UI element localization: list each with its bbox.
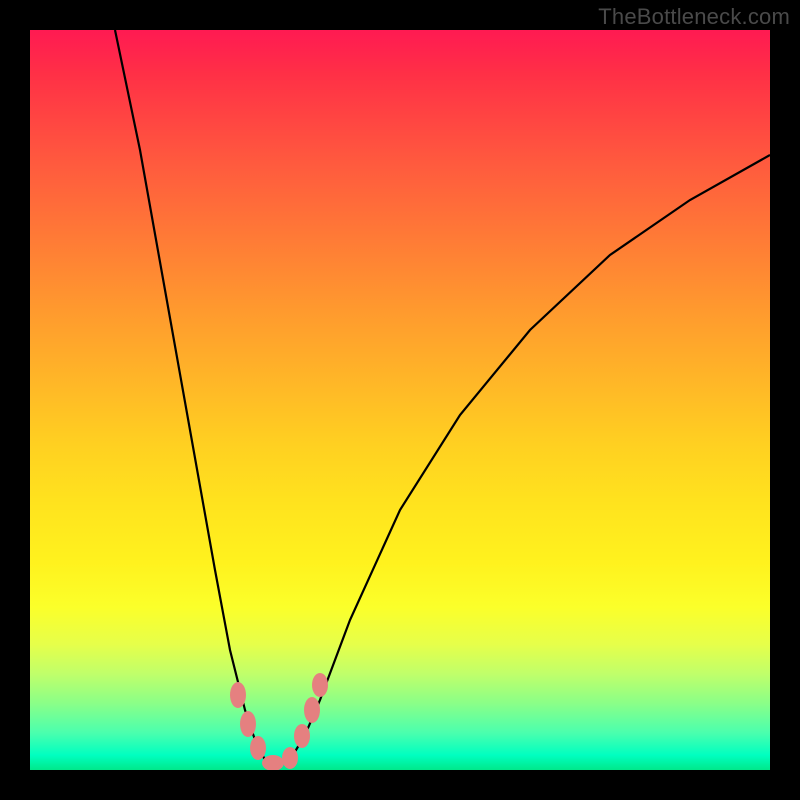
chart-svg: [30, 30, 770, 770]
curve-right-branch: [275, 155, 770, 768]
curve-marker: [262, 755, 284, 770]
curve-marker: [250, 736, 266, 760]
curve-marker: [230, 682, 246, 708]
chart-plot-area: [30, 30, 770, 770]
curve-marker: [304, 697, 320, 723]
curve-marker: [282, 747, 298, 769]
curve-marker: [240, 711, 256, 737]
curve-left-branch: [115, 30, 275, 768]
curve-markers-group: [230, 673, 328, 770]
curve-marker: [294, 724, 310, 748]
watermark-text: TheBottleneck.com: [598, 4, 790, 30]
curve-marker: [312, 673, 328, 697]
